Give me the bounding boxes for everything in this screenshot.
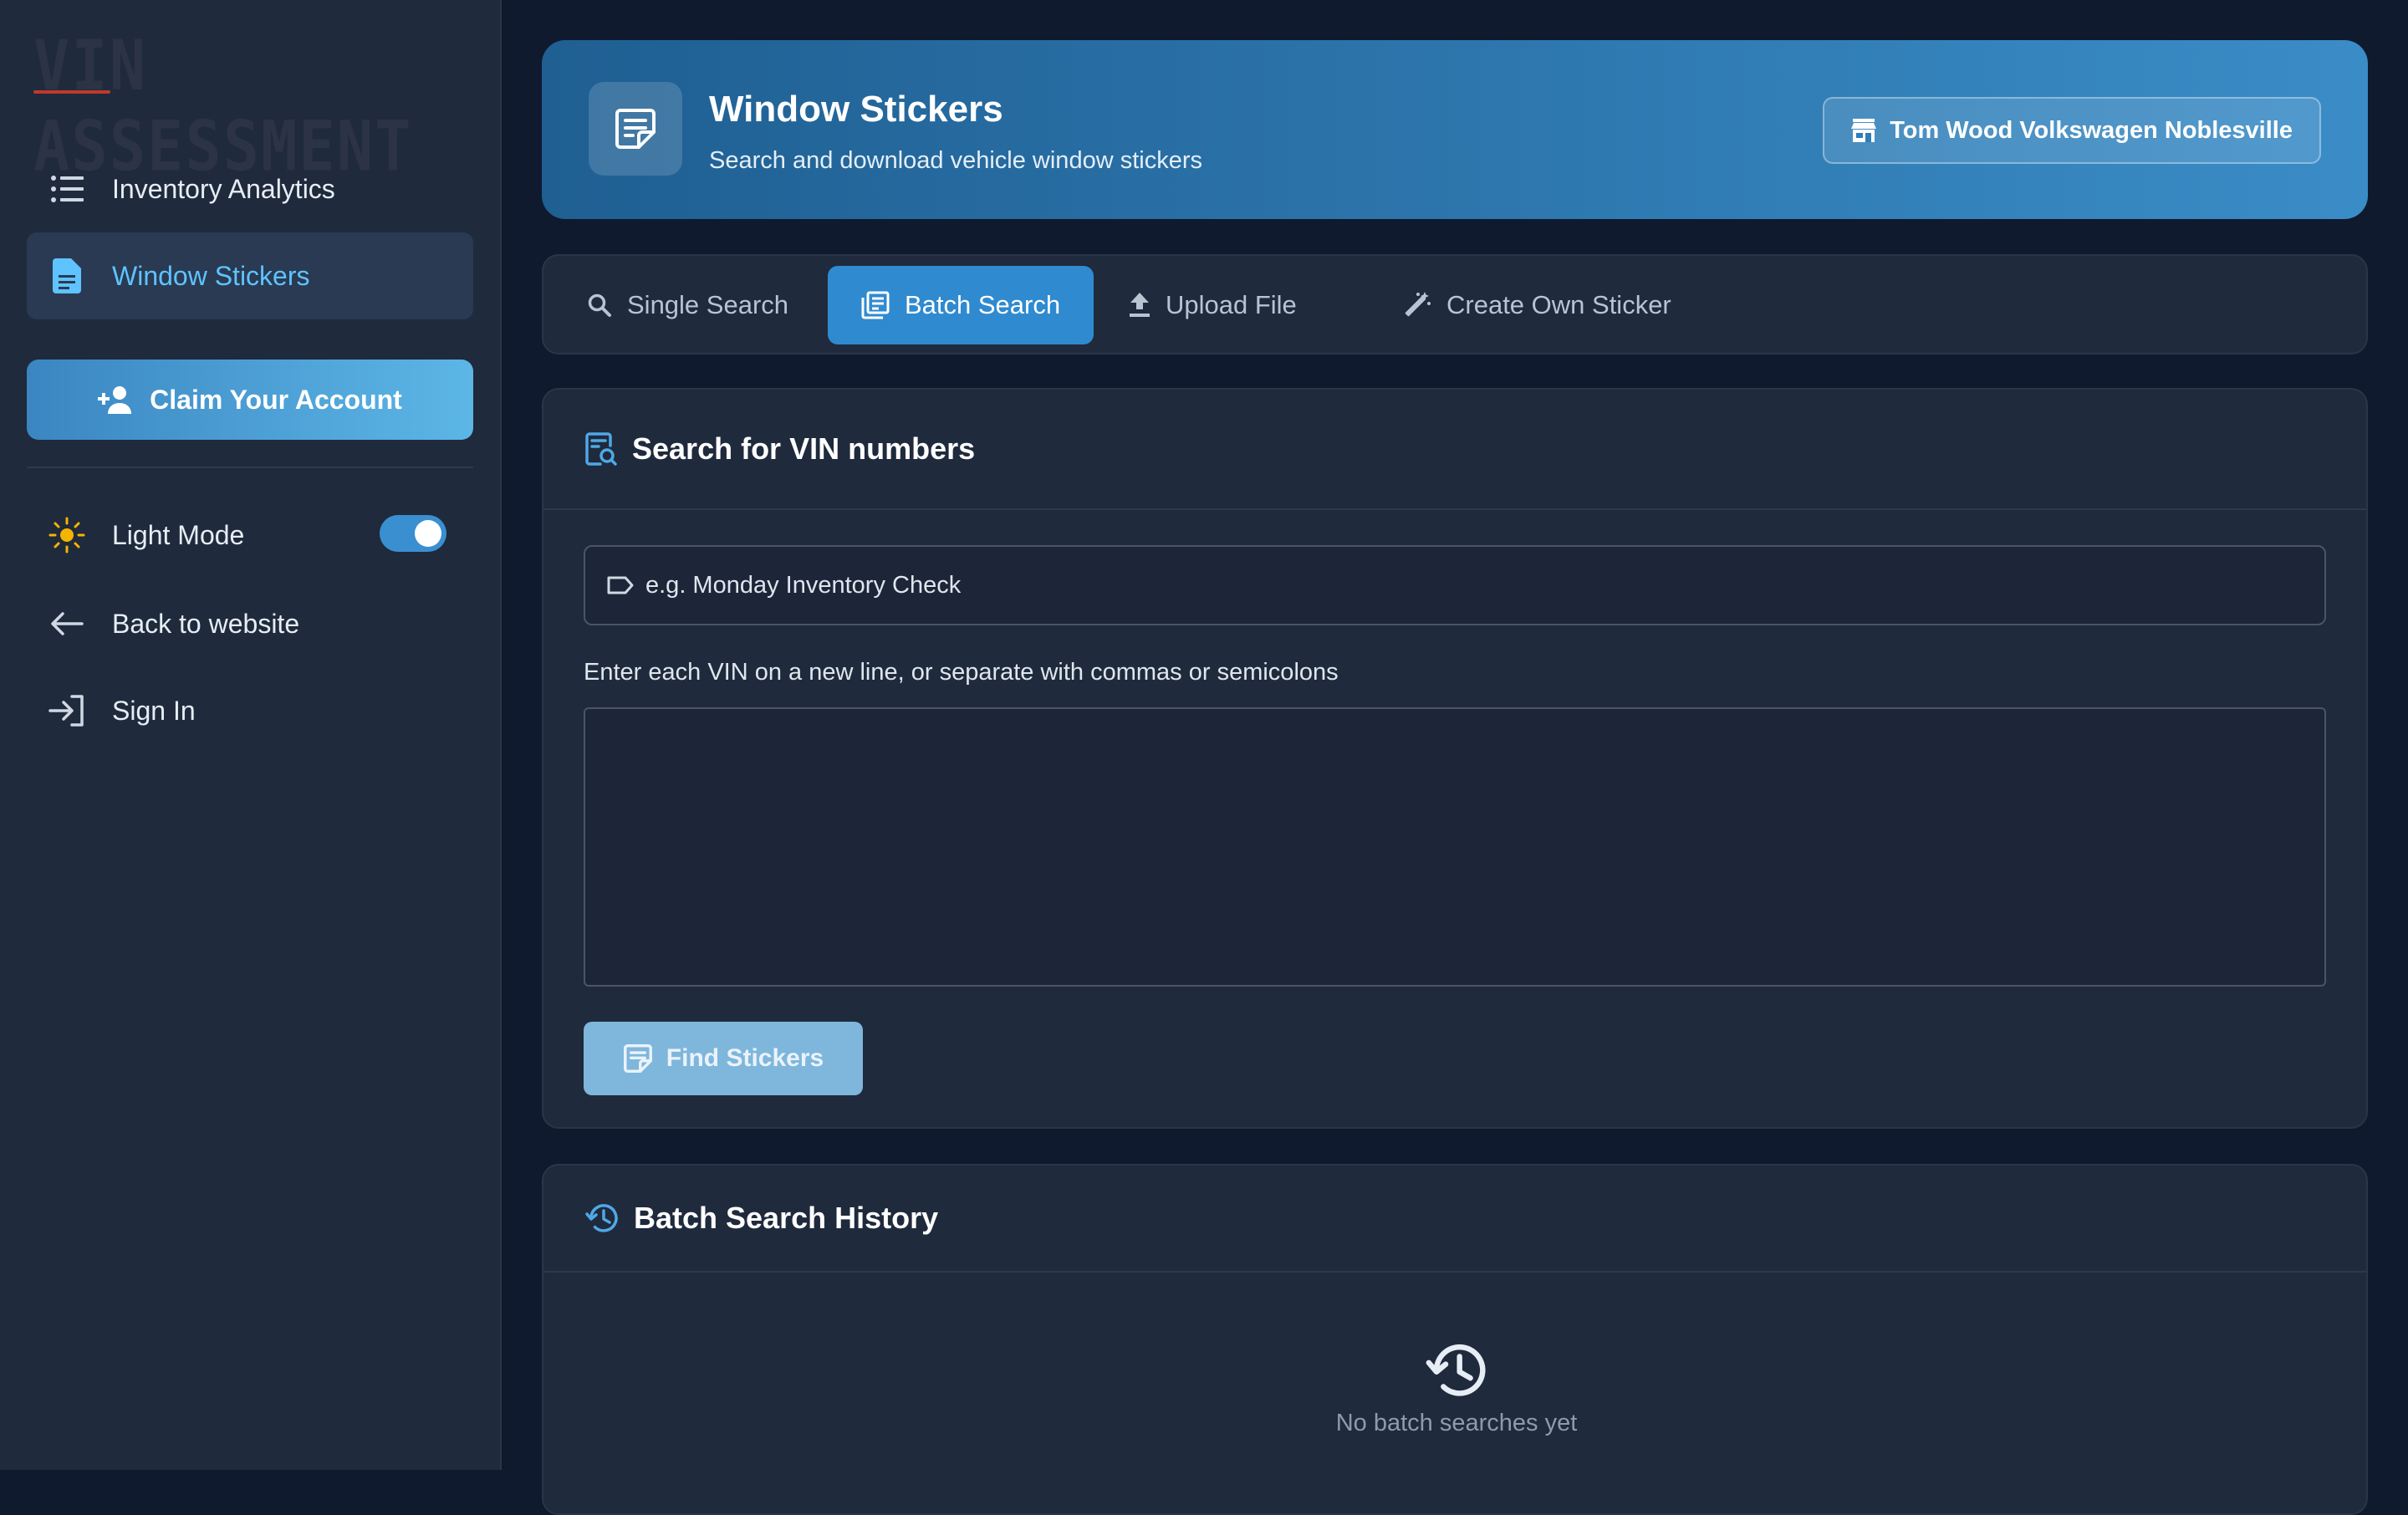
tab-single-search[interactable]: Single Search xyxy=(554,266,822,344)
sidebar-item-label: Window Stickers xyxy=(112,260,310,291)
sign-in-link[interactable]: Sign In xyxy=(27,667,473,754)
tab-batch-search[interactable]: Batch Search xyxy=(828,266,1094,344)
claim-account-label: Claim Your Account xyxy=(150,384,402,415)
list-icon xyxy=(47,169,87,209)
batch-history-card: Batch Search History No batch searches y… xyxy=(542,1164,2368,1515)
sidebar: VIN ASSESSMENT Inventory Analytics Windo… xyxy=(0,0,502,1470)
page-title: Window Stickers xyxy=(709,89,1003,130)
tab-label: Create Own Sticker xyxy=(1446,290,1671,319)
vin-input-hint: Enter each VIN on a new line, or separat… xyxy=(584,659,1339,686)
page-header: Window Stickers Search and download vehi… xyxy=(542,40,2368,219)
tag-icon xyxy=(607,575,634,595)
dealer-selector-button[interactable]: Tom Wood Volkswagen Noblesville xyxy=(1823,97,2321,164)
back-label: Back to website xyxy=(112,608,300,639)
tab-create-own-sticker[interactable]: Create Own Sticker xyxy=(1371,266,1705,344)
vin-search-card: Search for VIN numbers Enter each VIN on… xyxy=(542,388,2368,1129)
sidebar-divider xyxy=(27,467,473,468)
toggle-knob xyxy=(415,520,441,547)
find-stickers-button[interactable]: Find Stickers xyxy=(584,1022,863,1095)
document-icon xyxy=(47,256,87,296)
search-tabs: Single Search Batch Search Upload File C… xyxy=(542,254,2368,355)
batch-name-input[interactable] xyxy=(645,571,2324,599)
sidebar-item-inventory-analytics[interactable]: Inventory Analytics xyxy=(27,145,473,232)
search-icon xyxy=(587,293,612,318)
theme-label: Light Mode xyxy=(112,519,245,550)
sticker-icon xyxy=(589,82,682,176)
tab-label: Batch Search xyxy=(905,290,1061,319)
sidebar-item-window-stickers[interactable]: Window Stickers xyxy=(27,232,473,319)
dealer-name: Tom Wood Volkswagen Noblesville xyxy=(1890,116,2293,144)
history-empty-icon xyxy=(543,1341,2370,1400)
upload-icon xyxy=(1129,293,1150,318)
add-user-icon xyxy=(98,385,135,414)
store-icon xyxy=(1851,119,1877,142)
arrow-left-icon xyxy=(47,604,87,644)
history-icon xyxy=(585,1202,619,1234)
tab-label: Single Search xyxy=(627,290,789,319)
tab-upload-file[interactable]: Upload File xyxy=(1095,266,1330,344)
page-subtitle: Search and download vehicle window stick… xyxy=(709,147,1202,174)
batch-history-header: Batch Search History xyxy=(543,1166,2366,1273)
claim-account-button[interactable]: Claim Your Account xyxy=(27,360,473,440)
back-to-website-link[interactable]: Back to website xyxy=(27,580,473,667)
sidebar-item-label: Inventory Analytics xyxy=(112,173,335,204)
sign-in-label: Sign In xyxy=(112,695,196,726)
logo-underline xyxy=(33,90,110,94)
magic-wand-icon xyxy=(1405,292,1431,319)
batch-name-field[interactable] xyxy=(584,545,2326,625)
sun-icon xyxy=(47,515,87,555)
history-empty-state: No batch searches yet xyxy=(543,1341,2370,1437)
vin-list-textarea[interactable] xyxy=(584,707,2326,987)
card-title: Batch Search History xyxy=(634,1201,939,1235)
tab-label: Upload File xyxy=(1166,290,1297,319)
card-title: Search for VIN numbers xyxy=(632,431,976,466)
document-search-icon xyxy=(585,432,617,466)
sign-in-icon xyxy=(47,691,87,731)
find-stickers-label: Find Stickers xyxy=(666,1044,824,1072)
history-empty-text: No batch searches yet xyxy=(1335,1410,1578,1436)
light-mode-toggle[interactable] xyxy=(380,515,446,552)
sticker-icon xyxy=(623,1043,653,1074)
batch-icon xyxy=(861,291,890,319)
vin-search-header: Search for VIN numbers xyxy=(543,390,2366,510)
